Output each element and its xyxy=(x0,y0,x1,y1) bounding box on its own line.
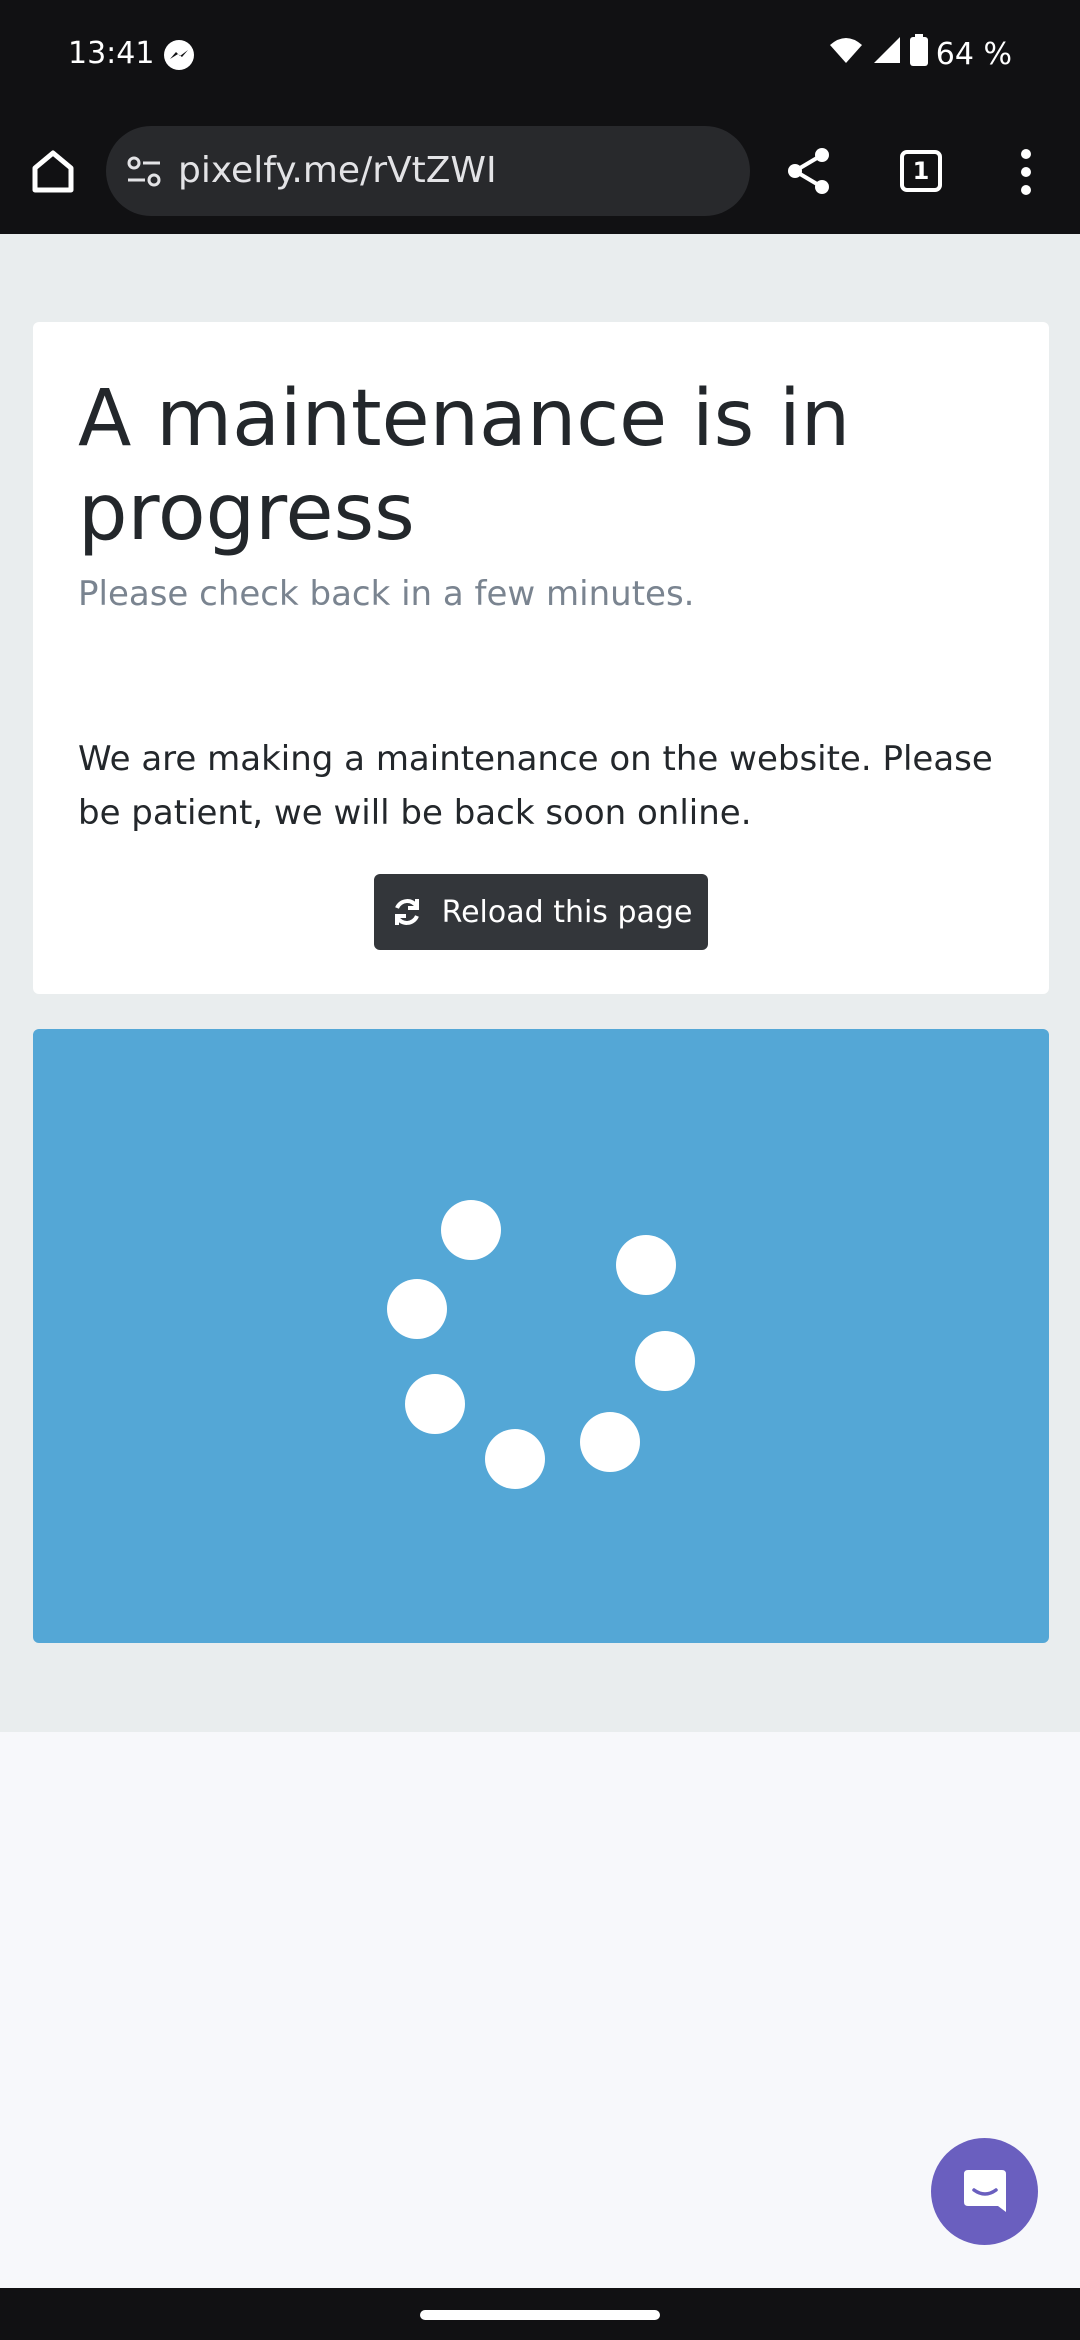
reload-button-label: Reload this page xyxy=(441,894,693,930)
tabs-button[interactable]: 1 xyxy=(900,150,942,192)
home-button[interactable] xyxy=(26,144,80,198)
share-icon xyxy=(788,148,829,194)
url-text[interactable]: pixelfy.me/rVtZWI xyxy=(178,126,497,216)
cellular-signal-icon xyxy=(872,35,902,73)
browser-toolbar: pixelfy.me/rVtZWI 1 xyxy=(0,110,1080,234)
status-bar: 13:41 64 % xyxy=(0,0,1080,110)
reload-button[interactable]: Reload this page xyxy=(374,874,708,950)
status-right-group: 64 % xyxy=(828,34,1012,74)
maintenance-card: A maintenance is in progress Please chec… xyxy=(33,322,1049,994)
battery-icon xyxy=(909,34,928,74)
chat-launcher-button[interactable] xyxy=(931,2138,1038,2245)
spinner-dot xyxy=(580,1412,640,1472)
spinner-dot xyxy=(485,1429,545,1489)
more-options-button[interactable] xyxy=(1010,146,1042,198)
more-vert-icon xyxy=(1021,149,1031,195)
refresh-icon xyxy=(394,899,419,925)
battery-percentage: 64 % xyxy=(935,36,1012,72)
spinner-dot xyxy=(387,1279,447,1339)
system-navigation-bar xyxy=(0,2288,1080,2340)
url-bar[interactable]: pixelfy.me/rVtZWI xyxy=(106,126,750,216)
page-title: A maintenance is in progress xyxy=(78,374,851,558)
chat-bubble-icon xyxy=(964,2170,1006,2212)
page-subtitle: Please check back in a few minutes. xyxy=(78,574,695,614)
spinner-dot xyxy=(405,1374,465,1434)
home-icon xyxy=(32,150,74,193)
share-button[interactable] xyxy=(784,146,834,196)
messenger-icon xyxy=(162,38,196,72)
wifi-icon xyxy=(828,35,864,73)
status-time: 13:41 xyxy=(68,36,155,71)
spinner-dot xyxy=(635,1331,695,1391)
loading-panel xyxy=(33,1029,1049,1643)
site-settings-icon[interactable] xyxy=(124,152,164,192)
maintenance-message: We are making a maintenance on the websi… xyxy=(78,739,993,833)
spinner-dot xyxy=(616,1235,676,1295)
spinner-dot xyxy=(441,1200,501,1260)
gesture-handle[interactable] xyxy=(420,2310,660,2320)
